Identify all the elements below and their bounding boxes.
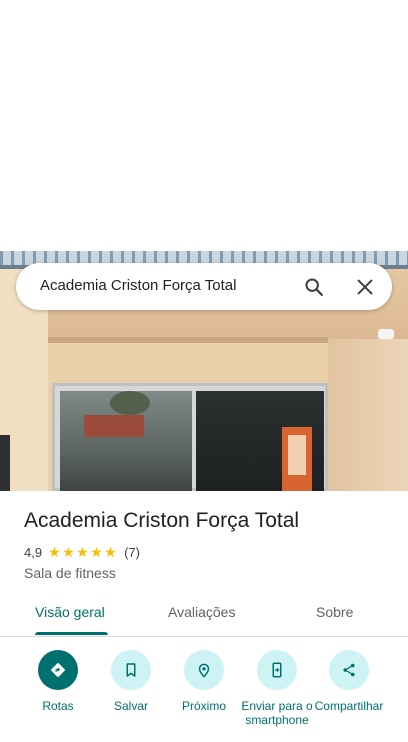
share-label: Compartilhar (314, 699, 384, 713)
review-count[interactable]: (7) (124, 545, 140, 560)
rating-stars: ★ ★ ★ ★ ★ (48, 543, 118, 560)
tab-bar: Visão geral Avaliações Sobre (0, 596, 408, 637)
save-label: Salvar (113, 699, 148, 713)
share-icon (343, 663, 355, 677)
share-button[interactable]: Compartilhar (309, 650, 389, 713)
star-icon: ★ (76, 543, 89, 560)
save-button[interactable]: Salvar (91, 650, 171, 713)
directions-button[interactable]: Rotas (18, 650, 98, 713)
star-icon: ★ (104, 543, 117, 560)
bookmark-icon (126, 663, 136, 677)
search-bar[interactable]: Academia Criston Força Total (16, 263, 392, 310)
directions-icon (51, 663, 65, 677)
nearby-icon (198, 663, 210, 678)
nearby-label: Próximo (181, 699, 226, 713)
tab-overview[interactable]: Visão geral (35, 604, 105, 620)
send-to-phone-button[interactable]: Enviar para o smartphone (237, 650, 317, 727)
map-blank-area (0, 0, 408, 251)
send-to-phone-label: Enviar para o smartphone (241, 699, 313, 727)
send-to-phone-icon (272, 662, 282, 678)
star-icon: ★ (90, 543, 103, 560)
active-tab-indicator (35, 632, 108, 635)
place-title: Academia Criston Força Total (24, 509, 300, 532)
search-icon[interactable] (303, 276, 325, 298)
close-icon[interactable] (354, 276, 376, 298)
place-category: Sala de fitness (24, 565, 116, 581)
star-icon: ★ (62, 543, 75, 560)
rating-value: 4,9 (24, 544, 43, 560)
security-camera (378, 329, 394, 339)
tab-about[interactable]: Sobre (316, 604, 353, 620)
search-query[interactable]: Academia Criston Força Total (40, 277, 236, 294)
directions-label: Rotas (42, 699, 74, 713)
rating-row[interactable]: 4,9 ★ ★ ★ ★ ★ (7) (24, 544, 140, 560)
star-icon: ★ (48, 543, 61, 560)
nearby-button[interactable]: Próximo (164, 650, 244, 713)
tab-reviews[interactable]: Avaliações (168, 604, 235, 620)
